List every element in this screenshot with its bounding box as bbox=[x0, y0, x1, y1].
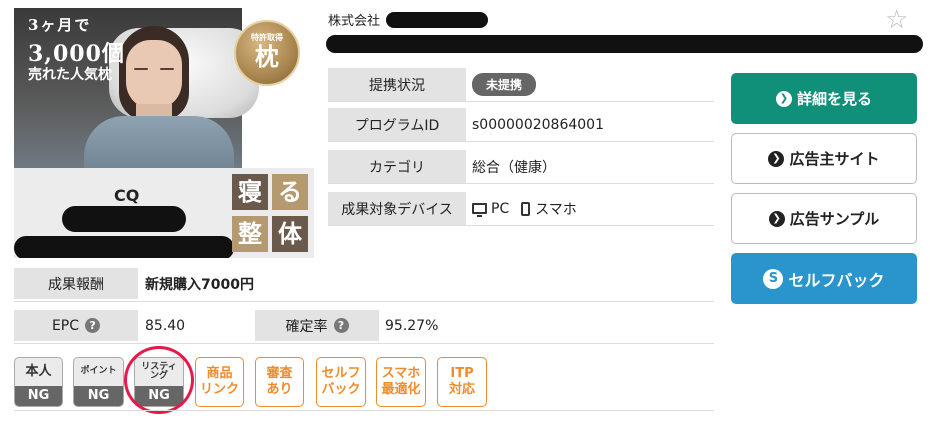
reward-row: 成果報酬 新規購入7000円 bbox=[14, 268, 714, 302]
epc-rate-row: EPC ? 85.40 確定率 ? 95.27% bbox=[14, 310, 714, 344]
badge-review: 審査 あり bbox=[255, 357, 304, 407]
epc-label: EPC bbox=[51, 317, 80, 334]
info-row-program-id: プログラムID s00000020864001 bbox=[328, 108, 714, 142]
rate-label: 確定率 bbox=[285, 318, 328, 335]
banner-text-line1: 3ヶ月で bbox=[28, 16, 92, 34]
device-pc: PC bbox=[491, 200, 510, 217]
badge-itp-line2: 対応 bbox=[448, 382, 475, 397]
advertiser-site-label: 広告主サイト bbox=[789, 150, 880, 168]
badge-review-line1: 審査 bbox=[266, 365, 293, 381]
self-back-label: セルフバック bbox=[788, 270, 885, 290]
patent-seal: 特許取得 枕 bbox=[234, 20, 300, 86]
info-row-devices: 成果対象デバイス PC スマホ bbox=[328, 192, 714, 226]
badge-selfback-line2: バック bbox=[321, 382, 361, 397]
info-row-category: カテゴリ 総合（健康） bbox=[328, 150, 714, 184]
redacted-brand-name bbox=[62, 206, 186, 232]
advertiser-site-button[interactable]: ❯ 広告主サイト bbox=[731, 133, 917, 184]
chevron-right-icon: ❯ bbox=[768, 150, 785, 167]
product-banner[interactable]: 3ヶ月で 3,000個 売れた人気枕 特許取得 枕 CQ 寝 る 整 体 bbox=[14, 8, 314, 258]
badge-mobile: スマホ 最適化 bbox=[376, 357, 426, 407]
seal-main: 枕 bbox=[255, 42, 279, 71]
device-values: PC スマホ bbox=[472, 192, 589, 225]
badge-self-ng: 本人 NG bbox=[14, 357, 63, 407]
badge-review-line2: あり bbox=[266, 382, 293, 397]
chevron-right-icon: ❯ bbox=[775, 90, 792, 107]
info-row-status: 提携状況 未提携 bbox=[328, 68, 714, 102]
shirt-graphic bbox=[84, 116, 234, 176]
badge-mobile-line2: 最適化 bbox=[381, 382, 421, 397]
banner-tile: 整 bbox=[232, 216, 268, 252]
product-photo: 3ヶ月で 3,000個 売れた人気枕 bbox=[14, 8, 259, 176]
self-back-button[interactable]: S セルフバック bbox=[731, 253, 917, 304]
eye-graphic bbox=[160, 68, 174, 70]
category-value: 総合（健康） bbox=[472, 159, 556, 176]
banner-tile: 体 bbox=[272, 216, 308, 252]
epc-value: 85.40 bbox=[145, 317, 186, 334]
banner-tile-grid: 寝 る 整 体 bbox=[232, 174, 308, 254]
banner-tile: 寝 bbox=[232, 174, 268, 210]
epc-help-icon[interactable]: ? bbox=[85, 318, 101, 333]
company-name: 株式会社 bbox=[328, 9, 489, 29]
rate-value: 95.27% bbox=[385, 317, 439, 334]
divider bbox=[14, 410, 714, 411]
device-label: 成果対象デバイス bbox=[328, 192, 466, 225]
badge-selfback: セルフ バック bbox=[316, 357, 366, 407]
status-label: 提携状況 bbox=[328, 68, 466, 101]
reward-value: 新規購入7000円 bbox=[145, 276, 254, 293]
device-phone: スマホ bbox=[535, 201, 577, 218]
badge-product-link-line1: 商品 bbox=[206, 365, 233, 381]
highlight-circle bbox=[124, 346, 194, 414]
badge-mobile-line1: スマホ bbox=[381, 365, 421, 381]
category-label: カテゴリ bbox=[328, 150, 466, 183]
rate-label-cell: 確定率 ? bbox=[255, 310, 379, 341]
reward-label: 成果報酬 bbox=[14, 268, 138, 299]
company-prefix: 株式会社 bbox=[328, 14, 381, 29]
favorite-star-icon[interactable]: ☆ bbox=[885, 6, 908, 34]
pc-monitor-icon bbox=[472, 203, 487, 217]
brand-logo-icon: CQ bbox=[114, 186, 140, 205]
program-id-label: プログラムID bbox=[328, 108, 466, 141]
banner-text-line3: 売れた人気枕 bbox=[28, 67, 112, 83]
epc-label-cell: EPC ? bbox=[14, 310, 138, 341]
redacted-product-name bbox=[14, 236, 234, 258]
badge-self-status: NG bbox=[15, 386, 62, 406]
face-graphic bbox=[126, 40, 182, 110]
badge-point-status: NG bbox=[74, 386, 123, 406]
rate-help-icon[interactable]: ? bbox=[333, 318, 349, 333]
badge-selfback-line1: セルフ bbox=[321, 365, 361, 381]
redacted-company-name bbox=[386, 12, 489, 28]
badge-itp: ITP 対応 bbox=[437, 357, 487, 407]
redacted-program-title[interactable] bbox=[326, 35, 923, 53]
chevron-right-icon: ❯ bbox=[768, 210, 785, 227]
ad-sample-button[interactable]: ❯ 広告サンプル bbox=[731, 193, 917, 244]
self-back-icon: S bbox=[763, 268, 784, 289]
status-badge: 未提携 bbox=[472, 73, 537, 96]
badge-itp-line1: ITP bbox=[450, 365, 474, 381]
ad-sample-label: 広告サンプル bbox=[789, 210, 880, 228]
banner-tile: る bbox=[272, 174, 308, 210]
program-id-value: s00000020864001 bbox=[472, 116, 604, 133]
badge-point-ng: ポイント NG bbox=[73, 357, 124, 407]
view-details-button[interactable]: ❯ 詳細を見る bbox=[731, 73, 917, 124]
badge-product-link-line2: リンク bbox=[199, 382, 239, 397]
eye-graphic bbox=[134, 68, 148, 70]
badge-point-label: ポイント bbox=[80, 366, 117, 377]
view-details-label: 詳細を見る bbox=[796, 90, 872, 108]
badge-product-link: 商品 リンク bbox=[195, 357, 244, 407]
badge-self-label: 本人 bbox=[25, 364, 52, 380]
smartphone-icon bbox=[521, 201, 531, 216]
